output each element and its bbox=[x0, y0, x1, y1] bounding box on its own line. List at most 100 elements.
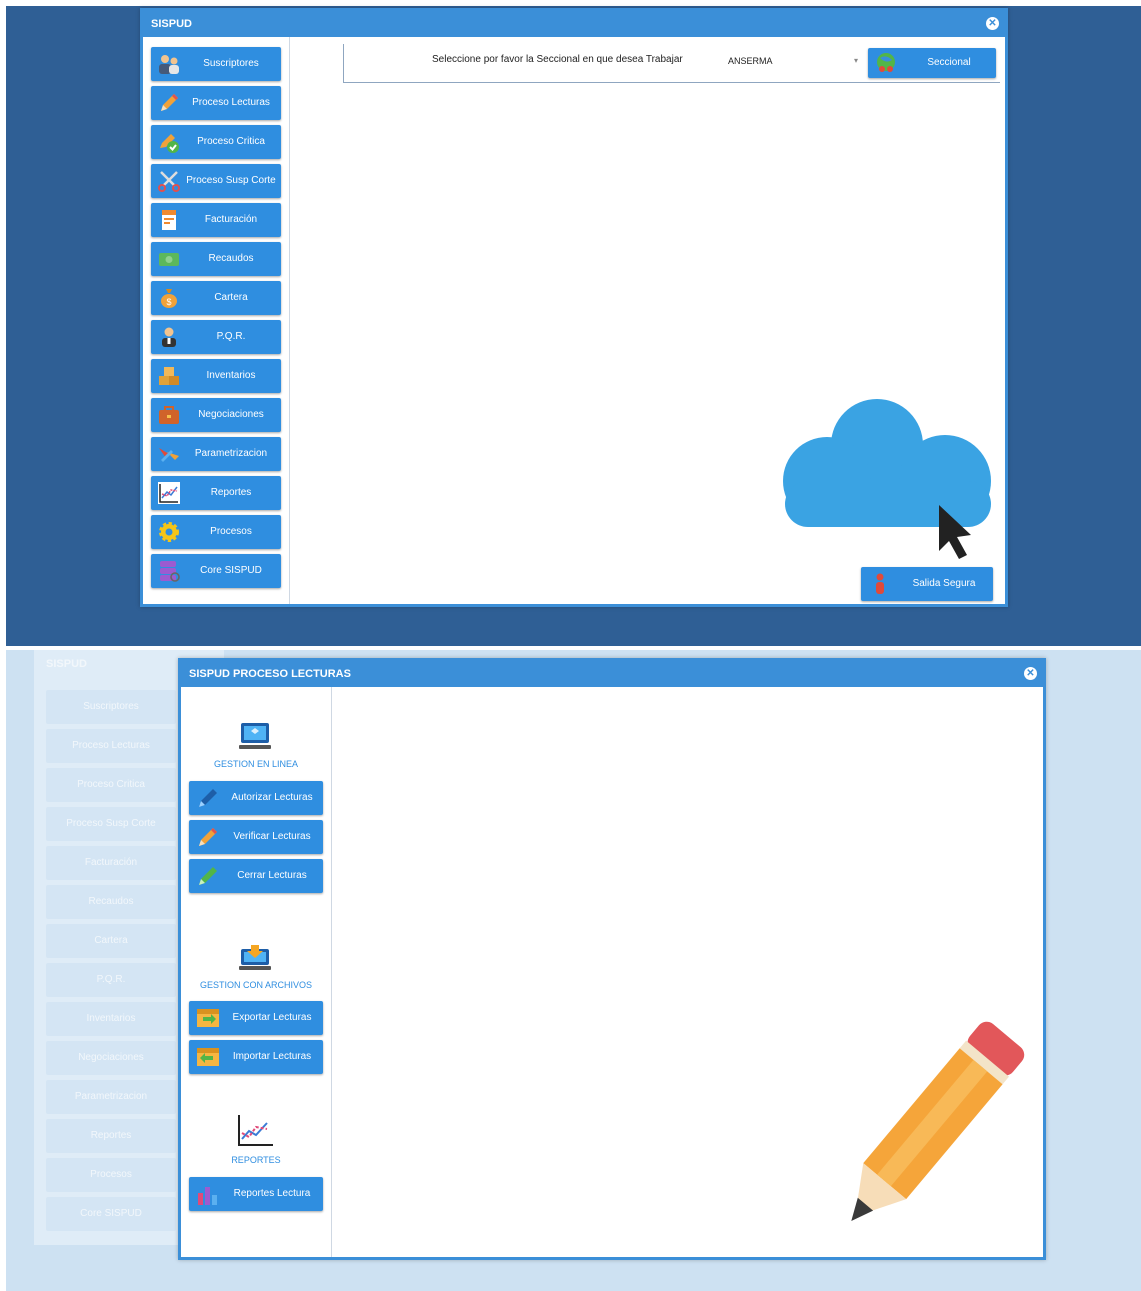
download-monitor-icon bbox=[235, 941, 275, 973]
window-titlebar: SISPUD PROCESO LECTURAS ✕ bbox=[181, 661, 1043, 687]
salida-segura-button[interactable]: Salida Segura bbox=[861, 567, 993, 601]
faded-menu-button: Reportes bbox=[46, 1119, 176, 1153]
faded-menu-button: P.Q.R. bbox=[46, 963, 176, 997]
sispud-main-window: SISPUD ✕ Suscriptores Proceso Lecturas P… bbox=[140, 8, 1008, 607]
lecturas-screen-screenshot: SISPUD Suscriptores Proceso Lecturas Pro… bbox=[6, 650, 1141, 1291]
seccional-selector-bar: Seleccione por favor la Seccional en que… bbox=[343, 44, 1000, 83]
seccional-button[interactable]: Seccional bbox=[868, 48, 996, 78]
menu-negociaciones-button[interactable]: Negociaciones bbox=[151, 398, 281, 432]
menu-inventarios-button[interactable]: Inventarios bbox=[151, 359, 281, 393]
cash-icon bbox=[155, 245, 183, 273]
menu-proceso-lecturas-button[interactable]: Proceso Lecturas bbox=[151, 86, 281, 120]
seccional-prompt: Seleccione por favor la Seccional en que… bbox=[432, 54, 683, 65]
menu-core-sispud-button[interactable]: Core SISPUD bbox=[151, 554, 281, 588]
window-title: SISPUD PROCESO LECTURAS bbox=[189, 668, 351, 680]
chart-icon bbox=[155, 479, 183, 507]
faded-menu-button: Inventarios bbox=[46, 1002, 176, 1036]
seccional-button-label: Seccional bbox=[927, 57, 971, 68]
faded-menu-button: Recaudos bbox=[46, 885, 176, 919]
boxes-icon bbox=[155, 362, 183, 390]
faded-menu-button: Suscriptores bbox=[46, 690, 176, 724]
faded-menu-button: Negociaciones bbox=[46, 1041, 176, 1075]
pencil-check-icon bbox=[155, 128, 183, 156]
proceso-lecturas-window: SISPUD PROCESO LECTURAS ✕ GESTION EN LIN… bbox=[178, 658, 1046, 1260]
exportar-lecturas-button[interactable]: Exportar Lecturas bbox=[189, 1001, 323, 1035]
globe-people-icon bbox=[874, 52, 898, 74]
menu-label: Parametrizacion bbox=[194, 448, 268, 459]
cloud-cursor-icon bbox=[779, 395, 995, 565]
database-icon bbox=[155, 557, 183, 585]
box-import-icon bbox=[195, 1044, 221, 1070]
button-label: Reportes Lectura bbox=[233, 1188, 311, 1199]
menu-label: Reportes bbox=[210, 487, 252, 498]
faded-title: SISPUD bbox=[46, 658, 87, 670]
pen-green-icon bbox=[195, 863, 221, 889]
window-title: SISPUD bbox=[151, 18, 192, 30]
menu-label: Core SISPUD bbox=[200, 565, 262, 576]
faded-menu-button: Facturación bbox=[46, 846, 176, 880]
menu-recaudos-button[interactable]: Recaudos bbox=[151, 242, 281, 276]
faded-menu-button: Cartera bbox=[46, 924, 176, 958]
faded-menu-button: Proceso Lecturas bbox=[46, 729, 176, 763]
section-label-reportes: REPORTES bbox=[231, 1155, 281, 1165]
menu-reportes-button[interactable]: Reportes bbox=[151, 476, 281, 510]
chevron-down-icon: ▾ bbox=[853, 56, 858, 65]
gear-icon bbox=[155, 518, 183, 546]
menu-label: Proceso Lecturas bbox=[192, 97, 270, 108]
menu-proceso-susp-corte-button[interactable]: Proceso Susp Corte bbox=[151, 164, 281, 198]
menu-label: Proceso Critica bbox=[197, 136, 265, 147]
seccional-value: ANSERMA bbox=[728, 56, 773, 66]
faded-menu-button: Procesos bbox=[46, 1158, 176, 1192]
box-export-icon bbox=[195, 1005, 221, 1031]
menu-facturacion-button[interactable]: Facturación bbox=[151, 203, 281, 237]
section-label-gestion-con-archivos: GESTION CON ARCHIVOS bbox=[199, 980, 313, 990]
menu-suscriptores-button[interactable]: Suscriptores bbox=[151, 47, 281, 81]
tools-icon bbox=[155, 440, 183, 468]
button-label: Exportar Lecturas bbox=[232, 1012, 312, 1023]
menu-procesos-button[interactable]: Procesos bbox=[151, 515, 281, 549]
faded-menu-button: Core SISPUD bbox=[46, 1197, 176, 1231]
button-label: Cerrar Lecturas bbox=[237, 870, 307, 881]
pencil-icon bbox=[195, 824, 221, 850]
pen-blue-icon bbox=[195, 785, 221, 811]
section-label-gestion-en-linea: GESTION EN LINEA bbox=[213, 759, 299, 769]
exit-person-icon bbox=[871, 573, 889, 595]
cerrar-lecturas-button[interactable]: Cerrar Lecturas bbox=[189, 859, 323, 893]
button-label: Verificar Lecturas bbox=[233, 831, 311, 842]
scissors-icon bbox=[155, 167, 183, 195]
briefcase-icon bbox=[155, 401, 183, 429]
pencil-icon bbox=[155, 89, 183, 117]
importar-lecturas-button[interactable]: Importar Lecturas bbox=[189, 1040, 323, 1074]
menu-cartera-button[interactable]: $ Cartera bbox=[151, 281, 281, 315]
menu-pqr-button[interactable]: P.Q.R. bbox=[151, 320, 281, 354]
users-icon bbox=[155, 50, 183, 78]
button-label: Autorizar Lecturas bbox=[231, 792, 313, 803]
faded-menu-button: Proceso Susp Corte bbox=[46, 807, 176, 841]
close-icon[interactable]: ✕ bbox=[986, 17, 999, 30]
faded-menu-button: Proceso Critica bbox=[46, 768, 176, 802]
menu-label: Proceso Susp Corte bbox=[186, 175, 276, 186]
person-icon bbox=[155, 323, 183, 351]
faded-menu-button: Parametrizacion bbox=[46, 1080, 176, 1114]
monitor-icon bbox=[235, 721, 275, 753]
invoice-icon bbox=[155, 206, 183, 234]
menu-label: Cartera bbox=[214, 292, 248, 303]
menu-label: Procesos bbox=[210, 526, 252, 537]
menu-proceso-critica-button[interactable]: Proceso Critica bbox=[151, 125, 281, 159]
bar-chart-icon bbox=[195, 1181, 221, 1207]
close-icon[interactable]: ✕ bbox=[1024, 667, 1037, 680]
salida-segura-label: Salida Segura bbox=[912, 578, 976, 589]
seccional-dropdown[interactable]: ANSERMA ▾ bbox=[722, 52, 862, 70]
menu-label: Negociaciones bbox=[198, 409, 264, 420]
window-titlebar: SISPUD ✕ bbox=[143, 11, 1005, 37]
main-screen-screenshot: SISPUD ✕ Suscriptores Proceso Lecturas P… bbox=[6, 6, 1141, 646]
line-chart-icon bbox=[235, 1113, 275, 1146]
verificar-lecturas-button[interactable]: Verificar Lecturas bbox=[189, 820, 323, 854]
menu-label: Inventarios bbox=[206, 370, 256, 381]
autorizar-lecturas-button[interactable]: Autorizar Lecturas bbox=[189, 781, 323, 815]
lecturas-sidebar: GESTION EN LINEA Autorizar Lecturas Veri… bbox=[181, 687, 332, 1257]
menu-parametrizacion-button[interactable]: Parametrizacion bbox=[151, 437, 281, 471]
menu-label: P.Q.R. bbox=[216, 331, 246, 342]
button-label: Importar Lecturas bbox=[232, 1051, 312, 1062]
reportes-lectura-button[interactable]: Reportes Lectura bbox=[189, 1177, 323, 1211]
